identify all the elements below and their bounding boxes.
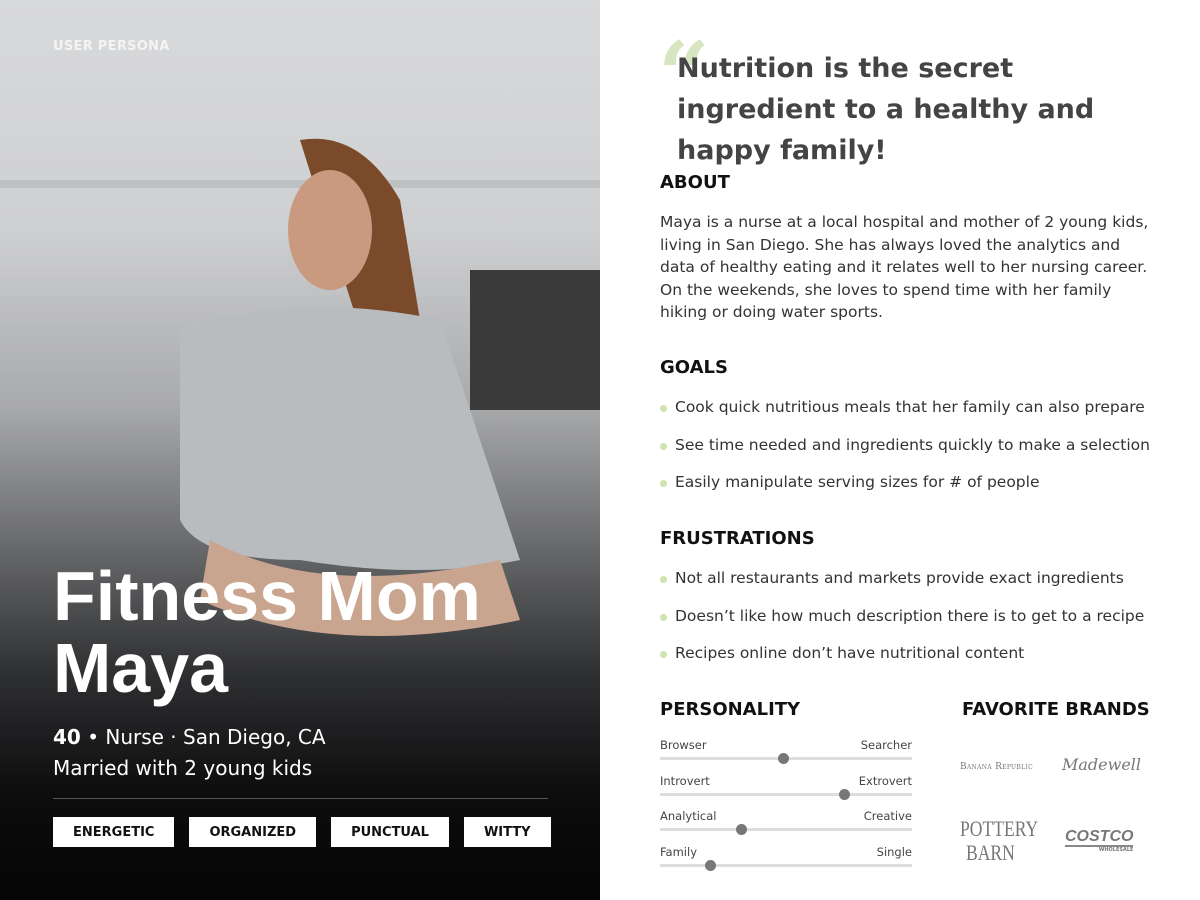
slider-track (660, 859, 912, 871)
divider (53, 798, 548, 799)
list-item: Not all restaurants and markets provide … (660, 569, 1144, 607)
list-item: See time needed and ingredients quickly … (660, 436, 1150, 474)
slider-labels: Introvert Extrovert (660, 774, 912, 788)
slider-labels: Analytical Creative (660, 809, 912, 823)
personality-sliders: Browser Searcher Introvert Extrovert Analyti… (660, 738, 912, 880)
name-line-2: Maya (53, 629, 229, 707)
brands-heading: FAVORITE BRANDS (962, 699, 1150, 720)
list-item: Cook quick nutritious meals that her fam… (660, 398, 1150, 436)
persona-label: USER PERSONA (53, 39, 170, 54)
slider-labels: Family Single (660, 845, 912, 859)
hero-panel: USER PERSONA Fitness Mom Maya 40 • Nurse… (0, 0, 600, 900)
personality-slider: Browser Searcher (660, 738, 912, 774)
persona-details: 40 • Nurse · San Diego, CA Married with … (53, 722, 326, 784)
slider-track (660, 788, 912, 800)
goals-list: Cook quick nutritious meals that her fam… (660, 398, 1150, 511)
goal-text: See time needed and ingredients quickly … (675, 435, 1150, 454)
personality-slider: Family Single (660, 845, 912, 881)
slider-knob (778, 753, 790, 764)
personality-heading: PERSONALITY (660, 699, 801, 720)
trait-tag: ENERGETIC (53, 817, 175, 847)
costco-subtext: WHOLESALE (1065, 845, 1134, 853)
frustrations-list: Not all restaurants and markets provide … (660, 569, 1144, 682)
brand-pottery-barn: POTTERY BARN (960, 816, 1039, 865)
slider-knob (838, 788, 850, 800)
personality-slider: Analytical Creative (660, 809, 912, 845)
trait-tags: ENERGETIC ORGANIZED PUNCTUAL WITTY (53, 817, 551, 847)
bullet-icon (660, 442, 667, 450)
personality-slider: Introvert Extrovert (660, 774, 912, 810)
slider-right-label: Creative (863, 809, 912, 823)
trait-tag: WITTY (463, 817, 551, 847)
brand-costco: COSTCO WHOLESALE (1065, 828, 1134, 853)
slider-track (660, 824, 912, 835)
persona-name: Fitness Mom Maya (53, 560, 481, 704)
costco-text: COSTCO (1065, 828, 1134, 845)
details-panel: “ Nutrition is the secret ingredient to … (600, 0, 1200, 900)
trait-tag: ORGANIZED (189, 817, 317, 847)
trait-tag: PUNCTUAL (331, 817, 449, 847)
brand-banana-republic: Banana Republic (960, 762, 1033, 772)
list-item: Doesn’t like how much description there … (660, 607, 1144, 645)
slider-knob (735, 824, 747, 835)
bullet-icon (660, 576, 667, 583)
frustration-text: Recipes online don’t have nutritional co… (675, 644, 1025, 662)
slider-right-label: Searcher (860, 738, 912, 752)
slider-labels: Browser Searcher (660, 738, 912, 752)
frustration-text: Not all restaurants and markets provide … (675, 569, 1124, 587)
frustrations-heading: FRUSTRATIONS (660, 528, 815, 549)
slider-knob (705, 859, 717, 871)
slider-left-label: Family (660, 844, 698, 859)
list-item: Recipes online don’t have nutritional co… (660, 644, 1144, 682)
persona-quote: Nutrition is the secret ingredient to a … (677, 53, 1095, 166)
slider-left-label: Browser (660, 738, 707, 752)
occupation-location: • Nurse · San Diego, CA (80, 725, 326, 749)
family-status: Married with 2 young kids (53, 756, 313, 780)
bullet-icon (660, 405, 667, 412)
slider-left-label: Introvert (660, 773, 710, 788)
name-line-1: Fitness Mom (53, 557, 481, 635)
about-text: Maya is a nurse at a local hospital and … (660, 213, 1149, 321)
list-item: Easily manipulate serving sizes for # of… (660, 473, 1150, 511)
slider-right-label: Extrovert (858, 773, 912, 788)
brand-madewell: Madewell (1062, 755, 1142, 774)
bullet-icon (660, 613, 667, 621)
goal-text: Easily manipulate serving sizes for # of… (675, 473, 1040, 491)
goals-heading: GOALS (660, 357, 728, 378)
slider-left-label: Analytical (660, 809, 717, 823)
bullet-icon (660, 651, 667, 658)
brand-logos: Banana Republic Madewell POTTERY BARN CO… (960, 745, 1142, 875)
slider-track (660, 753, 912, 764)
goal-text: Cook quick nutritious meals that her fam… (675, 398, 1145, 416)
frustration-text: Doesn’t like how much description there … (675, 606, 1145, 625)
about-heading: ABOUT (660, 172, 730, 193)
bullet-icon (660, 480, 667, 487)
age: 40 (53, 725, 81, 749)
slider-right-label: Single (876, 844, 912, 859)
